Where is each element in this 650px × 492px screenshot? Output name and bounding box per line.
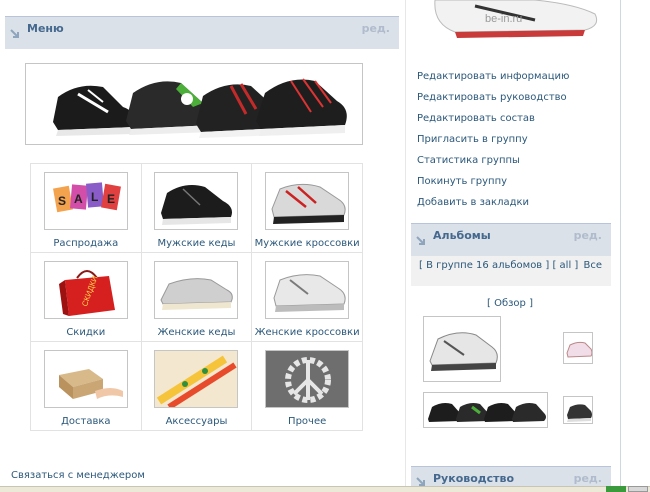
category-label[interactable]: Женские кеды — [142, 327, 252, 338]
misc-shoes-icon — [265, 350, 350, 408]
sale-tags-icon: S A L E — [43, 172, 128, 230]
action-invite[interactable]: Пригласить в группу — [417, 133, 569, 154]
svg-text:E: E — [107, 192, 115, 206]
category-tile-other[interactable]: Прочее — [251, 341, 363, 431]
category-label[interactable]: Женские кроссовки — [252, 327, 362, 338]
category-label[interactable]: Прочее — [252, 416, 362, 427]
sneakers-banner[interactable] — [25, 63, 363, 145]
discount-bag-icon: СКИДКИ — [43, 261, 128, 319]
arrow-down-right-icon — [416, 236, 425, 245]
category-tile-mens-sneakers[interactable]: Мужские кеды — [140, 163, 253, 253]
menu-title: Меню — [27, 22, 64, 35]
menu-header: Меню ред. — [5, 16, 399, 49]
group-avatar[interactable]: be-in.ru — [415, 0, 605, 38]
albums-overview-link[interactable]: [ Обзор ] — [487, 298, 533, 309]
svg-text:A: A — [74, 192, 83, 206]
laces-accessories-icon — [154, 350, 239, 408]
action-edit-info[interactable]: Редактировать информацию — [417, 70, 569, 91]
category-tile-womens-running[interactable]: Женские кроссовки — [251, 252, 363, 342]
delivery-box-icon — [43, 350, 128, 408]
category-label[interactable]: Распродажа — [31, 238, 141, 249]
category-tile-delivery[interactable]: Доставка — [30, 341, 142, 431]
albums-title: Альбомы — [433, 229, 491, 242]
browser-status-bar — [0, 486, 650, 492]
category-tile-mens-running[interactable]: Мужские кроссовки — [251, 163, 363, 253]
status-indicator-icon — [628, 486, 648, 492]
category-label[interactable]: Доставка — [31, 416, 141, 427]
group-actions-list: Редактировать информацию Редактировать р… — [417, 70, 569, 217]
albums-edit-link[interactable]: ред. — [574, 229, 602, 242]
albums-header: Альбомы ред. — [411, 223, 611, 256]
category-label[interactable]: Аксессуары — [142, 416, 252, 427]
category-tile-accessories[interactable]: Аксессуары — [140, 341, 253, 431]
category-grid: S A L E Распродажа Мужские кеды Мужские … — [30, 163, 363, 431]
column-divider — [405, 0, 406, 492]
action-edit-members[interactable]: Редактировать состав — [417, 112, 569, 133]
action-statistics[interactable]: Статистика группы — [417, 154, 569, 175]
leadership-title: Руководство — [433, 472, 515, 485]
leadership-edit-link[interactable]: ред. — [574, 472, 602, 485]
category-label[interactable]: Скидки — [31, 327, 141, 338]
action-add-bookmark[interactable]: Добавить в закладки — [417, 196, 569, 217]
category-tile-sale[interactable]: S A L E Распродажа — [30, 163, 142, 253]
womens-sneaker-icon — [154, 261, 239, 319]
action-leave-group[interactable]: Покинуть группу — [417, 175, 569, 196]
menu-edit-link[interactable]: ред. — [362, 22, 390, 35]
womens-running-shoe-icon — [265, 261, 350, 319]
sneakers-banner-image — [53, 78, 347, 138]
mens-running-shoe-icon — [265, 172, 350, 230]
right-edge — [620, 0, 621, 492]
category-tile-womens-sneakers[interactable]: Женские кеды — [140, 252, 253, 342]
category-tile-discounts[interactable]: СКИДКИ Скидки — [30, 252, 142, 342]
svg-text:S: S — [58, 194, 66, 208]
category-label[interactable]: Мужские кеды — [142, 238, 252, 249]
album-thumbnail[interactable] — [423, 316, 501, 382]
album-thumbnail[interactable] — [563, 332, 593, 364]
album-thumbnail[interactable] — [563, 396, 593, 424]
action-edit-leadership[interactable]: Редактировать руководство — [417, 91, 569, 112]
category-label[interactable]: Мужские кроссовки — [252, 238, 362, 249]
arrow-down-right-icon — [10, 29, 19, 38]
albums-count-link[interactable]: [ В группе 16 альбомов ] [ all ] — [419, 260, 578, 271]
album-thumbnail[interactable] — [423, 392, 548, 428]
status-indicator-icon — [606, 486, 626, 492]
svg-text:be-in.ru: be-in.ru — [485, 13, 522, 25]
contact-manager-link[interactable]: Связаться с менеджером — [11, 470, 145, 481]
mens-sneaker-icon — [154, 172, 239, 230]
albums-summary-bar: [ В группе 16 альбомов ] [ all ] Все — [411, 256, 611, 286]
albums-all-link[interactable]: Все — [583, 260, 602, 271]
svg-text:L: L — [91, 190, 98, 204]
